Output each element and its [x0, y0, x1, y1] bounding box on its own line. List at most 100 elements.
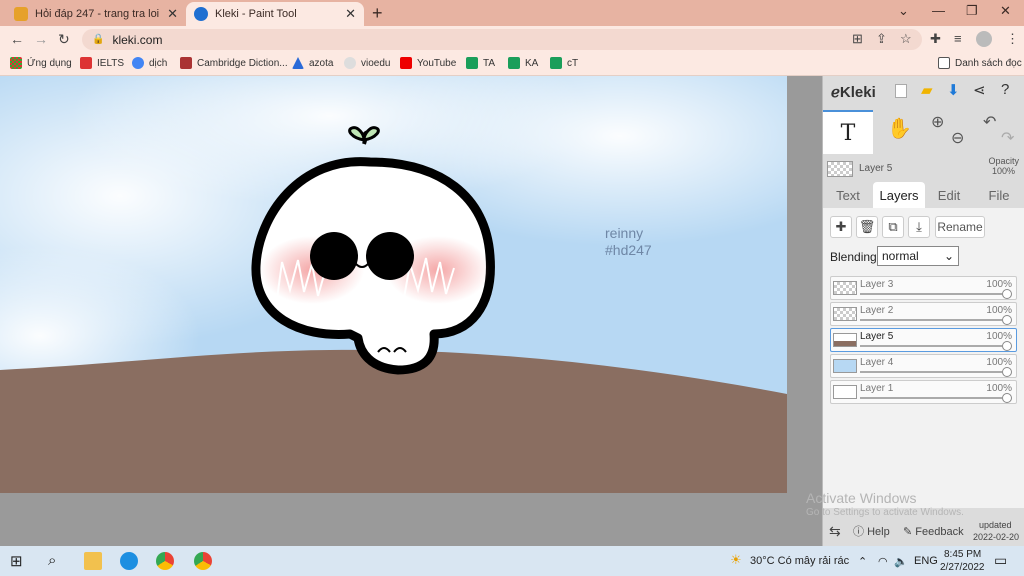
redo-icon[interactable]: ↷	[1001, 128, 1014, 148]
opacity-slider-track[interactable]	[860, 293, 1002, 295]
feedback-label: Feedback	[915, 525, 964, 538]
share-icon[interactable]: ⋖	[973, 81, 986, 99]
media-icon[interactable]: ≡	[954, 31, 962, 46]
tab-search-icon[interactable]: ⌄	[898, 3, 909, 19]
layer-row[interactable]: Layer 1 100%	[830, 380, 1017, 404]
opacity-slider-knob[interactable]	[1002, 315, 1012, 325]
volume-icon[interactable]: 🔈	[894, 555, 908, 568]
menu-icon[interactable]: ⋮	[1006, 31, 1019, 47]
weather-text[interactable]: 30°C Có mây rải rác	[750, 555, 849, 567]
bookmark-apps[interactable]: Ứng dụng	[10, 57, 72, 69]
address-bar[interactable]: 🔒 kleki.com	[82, 29, 922, 50]
tab-file[interactable]: File	[975, 182, 1023, 208]
file-explorer-icon[interactable]	[84, 552, 102, 570]
rename-button[interactable]: Rename	[935, 216, 985, 238]
add-layer-button[interactable]: ✚	[830, 216, 852, 238]
clock-date[interactable]: 2/27/2022	[940, 562, 985, 573]
layer-thumbnail	[827, 161, 853, 177]
layers-pane: ✚ 🗑 ⧉ ⤓ Rename Blending normal ⌄ Layer 3…	[823, 208, 1024, 508]
bookmark-star-icon[interactable]: ☆	[900, 31, 912, 47]
layer-row[interactable]: Layer 3 100%	[830, 276, 1017, 300]
bookmark-ta[interactable]: TA	[466, 57, 495, 69]
minimize-button[interactable]: —	[932, 3, 945, 18]
language-indicator[interactable]: ENG	[914, 555, 938, 567]
opacity-slider-track[interactable]	[860, 345, 1002, 347]
feedback-link[interactable]: ✎ Feedback	[903, 525, 964, 538]
windows-start-icon[interactable]: ⊞	[10, 552, 28, 570]
close-tab-icon[interactable]: ✕	[345, 6, 356, 22]
drawing-canvas[interactable]: reinny #hd247	[0, 76, 787, 493]
bookmarks-bar: Ứng dụng IELTS dịch Cambridge Diction...…	[0, 52, 1024, 76]
edge-icon[interactable]	[120, 552, 138, 570]
download-icon[interactable]: ⬇	[947, 81, 960, 99]
bookmark-youtube[interactable]: YouTube	[400, 57, 456, 69]
new-tab-button[interactable]: +	[372, 3, 383, 24]
tab-layers[interactable]: Layers	[873, 182, 925, 208]
tab-edit[interactable]: Edit	[925, 182, 973, 208]
translate-icon[interactable]: ⊞	[852, 31, 863, 47]
blending-value: normal	[882, 249, 919, 263]
tab-kleki[interactable]: Kleki - Paint Tool ✕	[186, 2, 364, 26]
tab-hoidap[interactable]: Hỏi đáp 247 - trang tra loi ✕	[6, 2, 186, 26]
open-folder-icon[interactable]: ▰	[921, 81, 933, 99]
bookmark-dich[interactable]: dịch	[132, 57, 167, 69]
layer-thumbnail	[833, 333, 857, 347]
bookmark-ielts[interactable]: IELTS	[80, 57, 124, 69]
new-file-icon[interactable]	[895, 84, 907, 98]
bookmark-ka[interactable]: KA	[508, 57, 538, 69]
opacity-slider-knob[interactable]	[1002, 367, 1012, 377]
share-icon[interactable]: ⇪	[876, 31, 887, 47]
wifi-icon[interactable]: ◠	[878, 555, 888, 568]
panel-tabs: Text Layers Edit File	[823, 182, 1024, 208]
help-circle-icon[interactable]: ?	[1001, 81, 1009, 98]
close-tab-icon[interactable]: ✕	[167, 6, 178, 22]
layer-row-active[interactable]: Layer 5 100%	[830, 328, 1017, 352]
close-window-button[interactable]: ✕	[1000, 3, 1011, 19]
tab-text[interactable]: Text	[825, 182, 871, 208]
current-layer-name: Layer 5	[859, 163, 893, 174]
back-button[interactable]: ←	[10, 31, 24, 47]
notification-icon[interactable]: ▭	[994, 552, 1007, 569]
canvas-workspace[interactable]: reinny #hd247	[0, 76, 822, 546]
toolbar: T ✋ ⊕ ⊖ ↶ ↷	[823, 110, 1024, 154]
extensions-icon[interactable]: ✚	[930, 31, 941, 47]
signature-line1: reinny	[605, 225, 643, 241]
clock-time[interactable]: 8:45 PM	[944, 549, 981, 560]
zoom-out-icon[interactable]: ⊖	[951, 128, 964, 148]
opacity-slider-track[interactable]	[860, 371, 1002, 373]
updated-label: updated	[979, 520, 1012, 530]
bookmark-ct[interactable]: cT	[550, 57, 578, 69]
blending-select[interactable]: normal ⌄	[877, 246, 959, 266]
bookmark-vioedu[interactable]: vioedu	[344, 57, 390, 69]
kleki-logo[interactable]: ℯKleki	[831, 83, 876, 101]
text-tool-button[interactable]: T	[823, 110, 873, 154]
reading-list[interactable]: Danh sách đọc	[938, 57, 1022, 69]
delete-layer-button[interactable]: 🗑	[856, 216, 878, 238]
chevron-up-icon[interactable]: ⌃	[858, 555, 867, 568]
zoom-in-icon[interactable]: ⊕	[931, 112, 944, 132]
help-link[interactable]: ⓘ Help	[853, 523, 890, 539]
opacity-slider-track[interactable]	[860, 319, 1002, 321]
opacity-slider-knob[interactable]	[1002, 393, 1012, 403]
undo-icon[interactable]: ↶	[983, 112, 996, 132]
profile-avatar[interactable]	[976, 31, 992, 47]
duplicate-layer-button[interactable]: ⧉	[882, 216, 904, 238]
opacity-slider-knob[interactable]	[1002, 341, 1012, 351]
chrome-icon[interactable]	[156, 552, 174, 570]
weather-icon: ☀	[730, 552, 742, 567]
swap-icon[interactable]: ⇆	[829, 523, 841, 540]
merge-layer-button[interactable]: ⤓	[908, 216, 930, 238]
opacity-slider-knob[interactable]	[1002, 289, 1012, 299]
opacity-slider-track[interactable]	[860, 397, 1002, 399]
forward-button[interactable]: →	[34, 31, 48, 47]
chrome-active-icon[interactable]	[194, 552, 212, 570]
restore-button[interactable]: ❐	[966, 3, 978, 19]
layer-name: Layer 3	[860, 279, 894, 290]
layer-row[interactable]: Layer 2 100%	[830, 302, 1017, 326]
bookmark-cambridge[interactable]: Cambridge Diction...	[180, 57, 288, 69]
bookmark-azota[interactable]: azota	[292, 57, 333, 69]
search-icon[interactable]: ⌕	[48, 552, 66, 570]
layer-row[interactable]: Layer 4 100%	[830, 354, 1017, 378]
hand-tool-icon[interactable]: ✋	[887, 116, 912, 141]
reload-button[interactable]: ↻	[58, 31, 70, 48]
